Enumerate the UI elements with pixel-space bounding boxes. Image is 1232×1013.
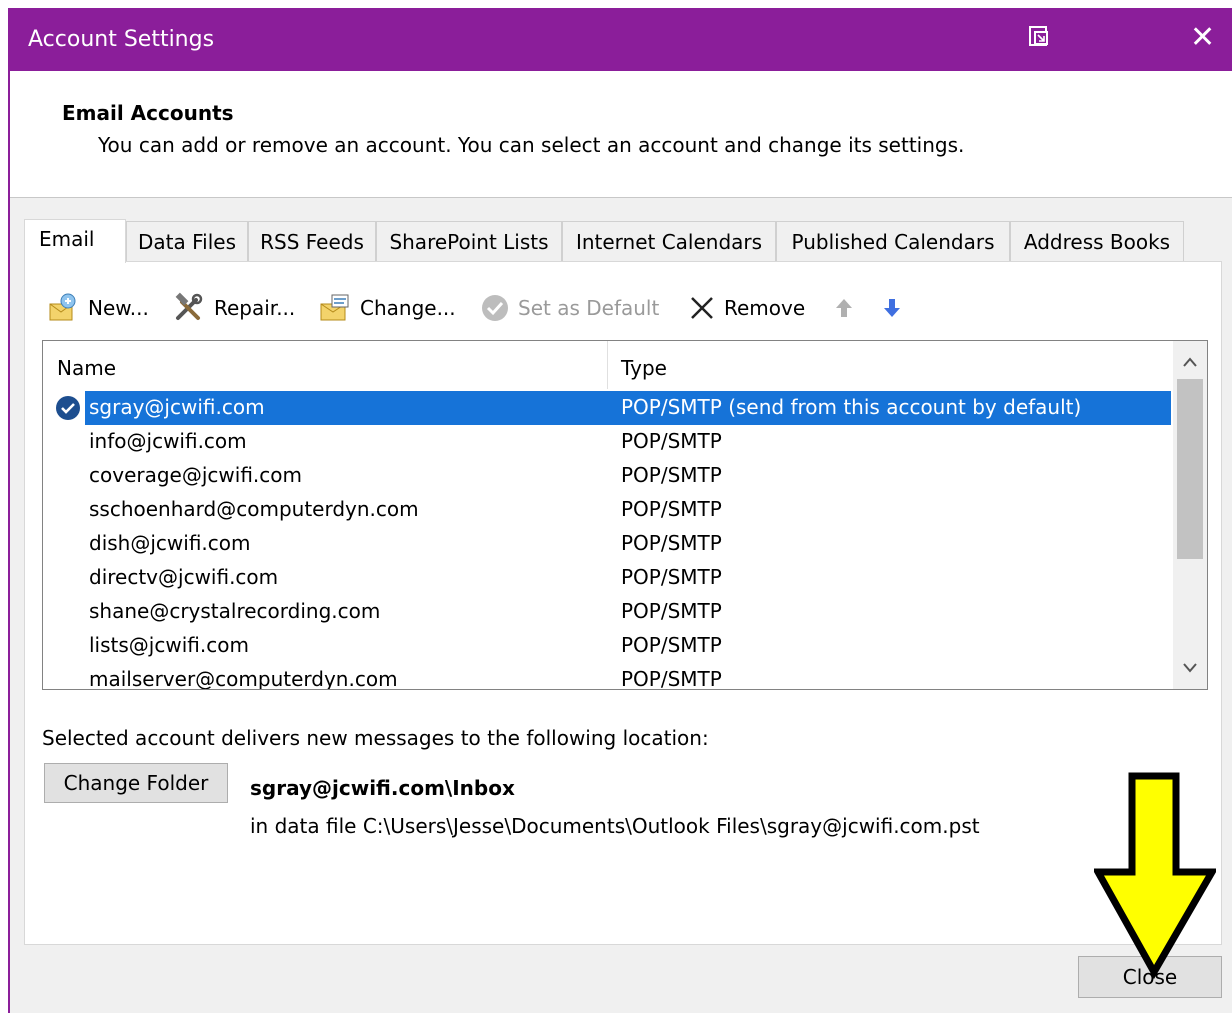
dialog-launcher-icon[interactable] xyxy=(1026,24,1052,50)
new-account-icon xyxy=(49,293,76,321)
column-header-name[interactable]: Name xyxy=(57,341,116,389)
accounts-list[interactable]: Name Type sgray@jcwifi.com POP/SMTP (sen… xyxy=(42,340,1208,690)
wrench-hammer-icon xyxy=(175,292,203,320)
arrow-down-icon xyxy=(884,299,900,317)
account-row[interactable]: directv@jcwifi.com POP/SMTP xyxy=(43,561,1171,595)
account-row[interactable]: shane@crystalrecording.com POP/SMTP xyxy=(43,595,1171,629)
title-bar[interactable]: Account Settings ✕ xyxy=(10,8,1232,71)
move-up-button[interactable] xyxy=(832,292,856,324)
remove-button[interactable]: Remove xyxy=(688,292,805,324)
account-row[interactable]: coverage@jcwifi.com POP/SMTP xyxy=(43,459,1171,493)
account-name: directv@jcwifi.com xyxy=(89,565,279,589)
account-name: dish@jcwifi.com xyxy=(89,531,251,555)
new-label: New... xyxy=(88,296,149,320)
set-as-default-label: Set as Default xyxy=(518,296,660,320)
set-as-default-button[interactable]: Set as Default xyxy=(480,292,659,324)
close-icon[interactable]: ✕ xyxy=(1190,20,1215,55)
account-type: POP/SMTP xyxy=(621,667,722,690)
inbox-path: sgray@jcwifi.com\Inbox xyxy=(250,776,515,800)
account-row[interactable]: sgray@jcwifi.com POP/SMTP (send from thi… xyxy=(43,391,1171,425)
tab-sharepoint-lists[interactable]: SharePoint Lists xyxy=(376,221,562,261)
remove-x-icon xyxy=(691,297,713,319)
arrow-up-icon xyxy=(836,299,852,317)
account-name: info@jcwifi.com xyxy=(89,429,247,453)
column-header-type[interactable]: Type xyxy=(621,341,667,389)
account-type: POP/SMTP xyxy=(621,565,722,589)
data-file-path: in data file C:\Users\Jesse\Documents\Ou… xyxy=(250,814,980,838)
account-name: sgray@jcwifi.com xyxy=(89,395,265,419)
tab-email[interactable]: Email xyxy=(24,219,126,263)
repair-button[interactable]: Repair... xyxy=(172,292,295,324)
section-title: Email Accounts xyxy=(62,101,234,125)
change-account-icon xyxy=(320,294,349,321)
account-type: POP/SMTP xyxy=(621,633,722,657)
account-name: mailserver@computerdyn.com xyxy=(89,667,398,690)
account-settings-dialog: Account Settings ✕ Email Accounts You ca… xyxy=(8,8,1232,1013)
delivery-location-label: Selected account delivers new messages t… xyxy=(42,726,709,750)
change-button[interactable]: Change... xyxy=(318,292,456,324)
account-name: sschoenhard@computerdyn.com xyxy=(89,497,419,521)
tab-rss-feeds[interactable]: RSS Feeds xyxy=(248,221,376,261)
section-description: You can add or remove an account. You ca… xyxy=(98,133,965,157)
change-folder-button[interactable]: Change Folder xyxy=(44,763,228,803)
header-pane: Email Accounts You can add or remove an … xyxy=(10,71,1232,198)
vertical-scrollbar[interactable] xyxy=(1173,341,1207,689)
default-account-check-icon xyxy=(56,396,80,420)
account-row[interactable]: sschoenhard@computerdyn.com POP/SMTP xyxy=(43,493,1171,527)
tab-published-calendars[interactable]: Published Calendars xyxy=(776,221,1010,261)
window-title: Account Settings xyxy=(28,27,215,52)
scroll-down-icon[interactable] xyxy=(1173,653,1207,685)
account-type: POP/SMTP xyxy=(621,429,722,453)
account-row[interactable]: info@jcwifi.com POP/SMTP xyxy=(43,425,1171,459)
account-type: POP/SMTP xyxy=(621,599,722,623)
scrollbar-thumb[interactable] xyxy=(1177,379,1203,559)
account-type: POP/SMTP (send from this account by defa… xyxy=(621,395,1082,419)
tab-internet-calendars[interactable]: Internet Calendars xyxy=(562,221,776,261)
account-type: POP/SMTP xyxy=(621,497,722,521)
account-row[interactable]: mailserver@computerdyn.com POP/SMTP xyxy=(43,663,1171,690)
remove-label: Remove xyxy=(724,296,806,320)
change-label: Change... xyxy=(360,296,456,320)
account-type: POP/SMTP xyxy=(621,531,722,555)
new-button[interactable]: New... xyxy=(46,292,149,324)
scroll-up-icon[interactable] xyxy=(1173,347,1207,379)
account-row[interactable]: dish@jcwifi.com POP/SMTP xyxy=(43,527,1171,561)
repair-label: Repair... xyxy=(214,296,296,320)
tab-address-books[interactable]: Address Books xyxy=(1010,221,1184,261)
account-name: coverage@jcwifi.com xyxy=(89,463,302,487)
move-down-button[interactable] xyxy=(880,292,904,324)
yellow-arrow-annotation xyxy=(1094,772,1216,980)
account-row[interactable]: lists@jcwifi.com POP/SMTP xyxy=(43,629,1171,663)
account-name: lists@jcwifi.com xyxy=(89,633,249,657)
column-divider[interactable] xyxy=(607,341,608,389)
account-type: POP/SMTP xyxy=(621,463,722,487)
account-name: shane@crystalrecording.com xyxy=(89,599,381,623)
checkmark-circle-icon xyxy=(482,295,508,321)
tab-data-files[interactable]: Data Files xyxy=(126,221,248,261)
